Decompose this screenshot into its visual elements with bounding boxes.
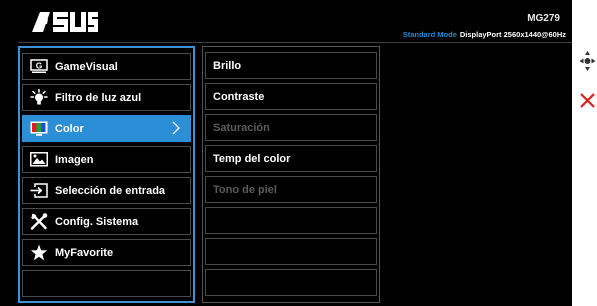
close-icon[interactable]	[580, 93, 595, 108]
menu-item-image[interactable]: Imagen	[22, 146, 191, 173]
svg-text:G: G	[36, 61, 43, 71]
submenu-item-skin-tone: Tono de piel	[205, 176, 377, 203]
menu-item-myfavorite[interactable]: MyFavorite	[22, 239, 191, 266]
menu-item-empty	[22, 270, 191, 297]
menu-item-gamevisual[interactable]: G GameVisual	[22, 53, 191, 80]
header-divider	[18, 42, 572, 43]
submenu-item-saturation: Saturación	[205, 114, 377, 141]
sub-menu: Brillo Contraste Saturación Temp del col…	[202, 46, 380, 303]
menu-item-input-select[interactable]: Selección de entrada	[22, 177, 191, 204]
gamevisual-icon: G	[29, 59, 49, 75]
menu-item-label: Config. Sistema	[55, 215, 139, 228]
blue-light-filter-icon	[29, 89, 49, 106]
menu-item-label: Imagen	[55, 153, 94, 166]
menu-item-system-setup[interactable]: Config. Sistema	[22, 208, 191, 235]
navigation-joystick-icon[interactable]	[579, 50, 596, 72]
osd-panel: MG279 Standard Mode DisplayPort 2560x1440…	[0, 0, 572, 306]
submenu-item-color-temp[interactable]: Temp del color	[205, 145, 377, 172]
menu-item-color[interactable]: Color	[22, 115, 191, 142]
color-icon	[29, 121, 49, 137]
input-select-icon	[29, 183, 49, 199]
submenu-item-empty	[205, 238, 377, 265]
model-name: MG279	[527, 13, 560, 24]
chevron-right-icon	[172, 121, 180, 138]
system-setup-icon	[29, 213, 49, 230]
display-mode: Standard Mode	[402, 30, 457, 39]
status-bar: Standard Mode DisplayPort 2560x1440@60Hz	[403, 30, 566, 39]
menu-item-blue-light-filter[interactable]: Filtro de luz azul	[22, 84, 191, 111]
menu-item-label: MyFavorite	[55, 246, 114, 259]
star-icon	[29, 244, 49, 261]
main-menu: G GameVisual Filtro de luz azul Color Im…	[18, 46, 195, 303]
image-icon	[29, 152, 49, 168]
menu-item-label: Color	[55, 122, 84, 135]
submenu-item-brightness[interactable]: Brillo	[205, 52, 377, 79]
submenu-item-contrast[interactable]: Contraste	[205, 83, 377, 110]
input-signal: DisplayPort 2560x1440@60Hz	[459, 30, 566, 39]
menu-item-label: Filtro de luz azul	[55, 91, 142, 104]
asus-logo	[32, 12, 98, 32]
submenu-item-empty	[205, 207, 377, 234]
submenu-item-empty	[205, 269, 377, 296]
menu-item-label: GameVisual	[55, 60, 118, 73]
menu-item-label: Selección de entrada	[55, 184, 166, 197]
